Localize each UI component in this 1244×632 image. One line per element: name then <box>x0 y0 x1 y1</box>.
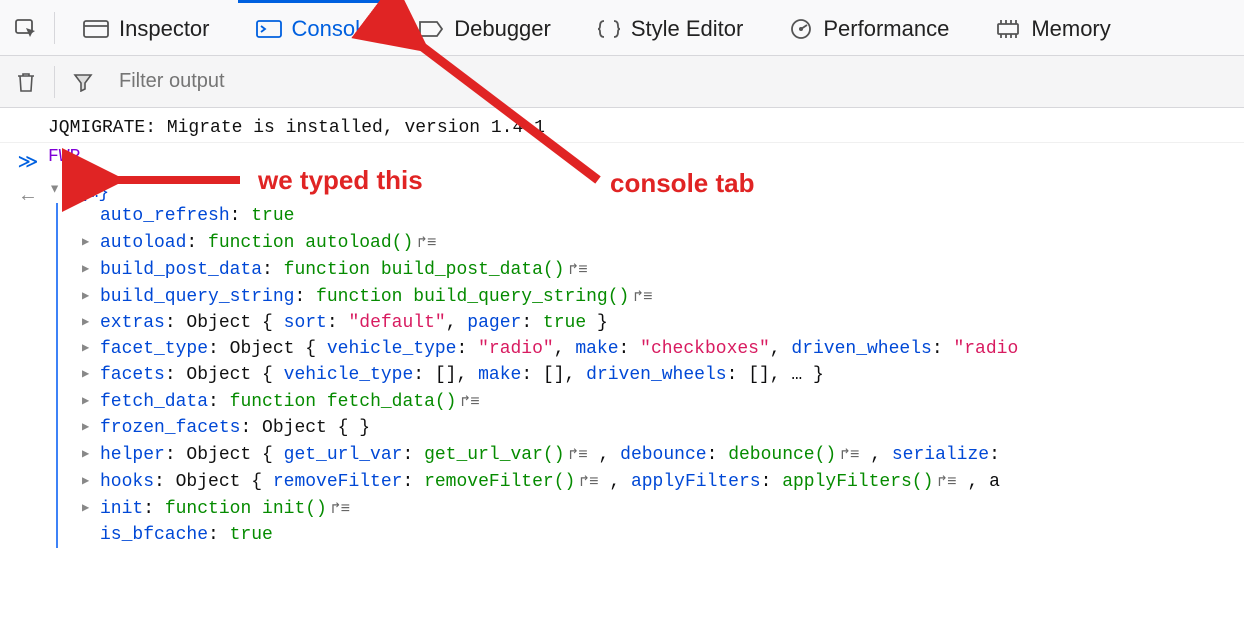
prop-row[interactable]: ▶frozen_facets: Object { } <box>82 415 1244 441</box>
log-message: JQMIGRATE: Migrate is installed, version… <box>48 118 1244 138</box>
tab-label: Inspector <box>119 16 210 42</box>
gutter <box>8 118 48 120</box>
style-editor-icon <box>597 18 621 40</box>
prop-row[interactable]: ▶extras: Object { sort: "default", pager… <box>82 310 1244 336</box>
trash-icon[interactable] <box>8 64 44 100</box>
prop-row[interactable]: ▶facets: Object { vehicle_type: [], make… <box>82 362 1244 388</box>
console-input-text: FWP <box>48 147 1244 167</box>
debugger-icon <box>418 19 444 39</box>
object-summary[interactable]: {…} <box>77 183 109 203</box>
prop-row[interactable]: ▶helper: Object { get_url_var: get_url_v… <box>82 441 1244 468</box>
prop-row[interactable]: is_bfcache: true <box>82 522 1244 548</box>
tab-label: Memory <box>1031 16 1110 42</box>
prop-row[interactable]: ▶facet_type: Object { vehicle_type: "rad… <box>82 336 1244 362</box>
separator <box>54 66 55 98</box>
funnel-icon[interactable] <box>65 64 101 100</box>
devtools-tab-bar: Inspector Console Debugger Style Editor … <box>0 0 1244 56</box>
console-filter-bar <box>0 56 1244 108</box>
tab-style-editor[interactable]: Style Editor <box>579 0 762 55</box>
console-log-row: JQMIGRATE: Migrate is installed, version… <box>0 114 1244 143</box>
tab-debugger[interactable]: Debugger <box>400 0 569 55</box>
filter-output-input[interactable] <box>111 66 1236 97</box>
expand-toggle-icon[interactable]: ▶ <box>48 186 63 200</box>
tab-label: Debugger <box>454 16 551 42</box>
tab-memory[interactable]: Memory <box>977 0 1128 55</box>
prop-row[interactable]: ▶build_query_string: function build_quer… <box>82 283 1244 310</box>
console-output-row: ← ▶ {…} auto_refresh: true ▶autoload: fu… <box>0 179 1244 552</box>
inspector-icon <box>83 18 109 40</box>
console-icon <box>256 18 282 40</box>
select-element-icon[interactable] <box>8 10 44 46</box>
output-arrow-icon: ← <box>8 183 48 208</box>
console-input-row[interactable]: ≫ FWP <box>0 143 1244 179</box>
tab-inspector[interactable]: Inspector <box>65 0 228 55</box>
memory-icon <box>995 19 1021 39</box>
input-chevron-icon: ≫ <box>8 147 48 175</box>
object-properties: auto_refresh: true ▶autoload: function a… <box>56 203 1244 548</box>
console-output: JQMIGRATE: Migrate is installed, version… <box>0 108 1244 552</box>
prop-row[interactable]: ▶autoload: function autoload()↱≡ <box>82 229 1244 256</box>
separator <box>54 12 55 44</box>
prop-row[interactable]: ▶hooks: Object { removeFilter: removeFil… <box>82 468 1244 495</box>
prop-row[interactable]: auto_refresh: true <box>82 203 1244 229</box>
tab-label: Performance <box>823 16 949 42</box>
prop-row[interactable]: ▶fetch_data: function fetch_data()↱≡ <box>82 388 1244 415</box>
output-object[interactable]: ▶ {…} auto_refresh: true ▶autoload: func… <box>48 183 1244 548</box>
tab-label: Style Editor <box>631 16 744 42</box>
prop-row[interactable]: ▶init: function init()↱≡ <box>82 495 1244 522</box>
tab-console[interactable]: Console <box>238 0 391 55</box>
tab-performance[interactable]: Performance <box>771 0 967 55</box>
tab-label: Console <box>292 16 373 42</box>
prop-row[interactable]: ▶build_post_data: function build_post_da… <box>82 256 1244 283</box>
performance-icon <box>789 17 813 41</box>
